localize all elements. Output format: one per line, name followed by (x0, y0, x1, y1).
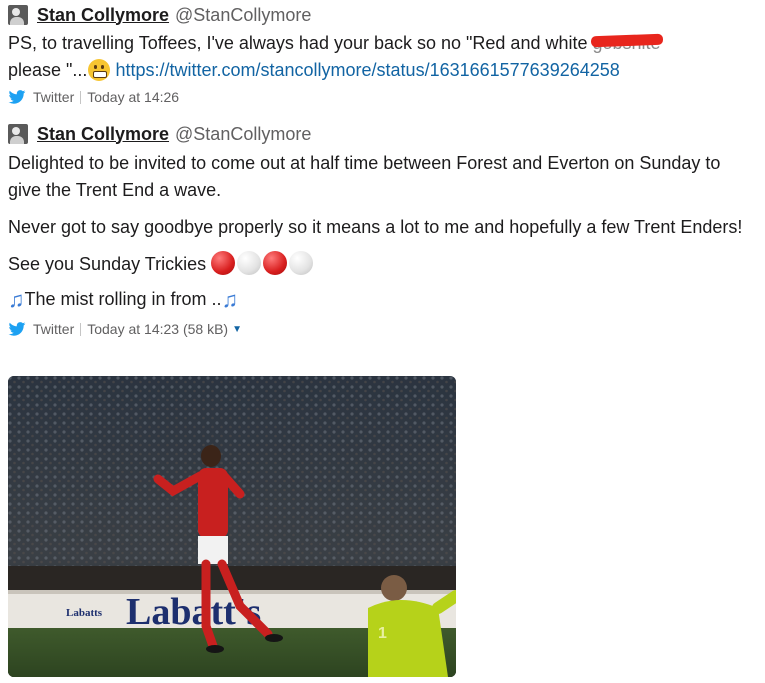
tweet-text-part1: PS, to travelling Toffees, I've always h… (8, 33, 593, 53)
tweet-1: Stan Collymore @StanCollymore PS, to tra… (8, 4, 748, 107)
author-avatar[interactable] (8, 124, 28, 144)
tweet-paragraph: ♫The mist rolling in from ..♫ (8, 286, 748, 313)
twitter-bird-icon (8, 322, 26, 336)
tweet-author: Stan Collymore @StanCollymore (8, 4, 748, 26)
music-notes-emoji-icon: ♫ (221, 287, 239, 312)
grimacing-face-emoji-icon (88, 59, 111, 81)
tweet-meta: Twitter Today at 14:23 (58 kB) ▼ (8, 319, 748, 339)
red-circle-emoji-icon (211, 251, 236, 275)
music-notes-emoji-icon: ♫ (8, 287, 25, 312)
tweet-paragraph: Delighted to be invited to come out at h… (8, 153, 721, 200)
twitter-bird-icon (8, 90, 26, 104)
tweet-text-part2: please "... (8, 60, 88, 80)
author-handle: @StanCollymore (175, 4, 312, 25)
tweet-text: Delighted to be invited to come out at h… (8, 150, 748, 313)
white-circle-emoji-icon (237, 251, 262, 275)
tweet-timestamp[interactable]: Today at 14:23 (58 kB) (87, 321, 228, 337)
meta-divider (80, 90, 82, 104)
tweet-2: Stan Collymore @StanCollymore Delighted … (8, 123, 748, 339)
tweet-paragraph-text: See you Sunday Trickies (8, 254, 212, 274)
tweet-text: PS, to travelling Toffees, I've always h… (8, 30, 748, 84)
author-name[interactable]: Stan Collymore (37, 5, 169, 26)
tweet-source[interactable]: Twitter (33, 89, 74, 105)
author-handle: @StanCollymore (175, 123, 312, 144)
tweet-paragraph-text: The mist rolling in from .. (24, 289, 222, 309)
keeper-number: 1 (378, 625, 387, 642)
white-circle-emoji-icon (289, 251, 314, 275)
meta-divider (80, 322, 82, 336)
tweet-source[interactable]: Twitter (33, 321, 74, 337)
tweet-link[interactable]: https://twitter.com/stancollymore/status… (115, 60, 619, 80)
tweet-author: Stan Collymore @StanCollymore (8, 123, 748, 145)
chevron-down-icon[interactable]: ▼ (232, 324, 242, 335)
tweet-paragraph: See you Sunday Trickies (8, 251, 748, 278)
tweet-paragraph: Never got to say goodbye properly so it … (8, 217, 743, 237)
tweet-image[interactable]: Labatts Labatt's 1 (8, 376, 456, 677)
struck-word: gobshite (593, 30, 661, 57)
small-board-text: Labatts (66, 607, 103, 619)
author-name[interactable]: Stan Collymore (37, 124, 169, 145)
tweet-meta: Twitter Today at 14:26 (8, 87, 748, 107)
tweet-timestamp[interactable]: Today at 14:26 (87, 89, 179, 105)
football-photo: Labatts Labatt's 1 (8, 376, 456, 677)
author-avatar[interactable] (8, 5, 28, 25)
red-circle-emoji-icon (263, 251, 288, 275)
